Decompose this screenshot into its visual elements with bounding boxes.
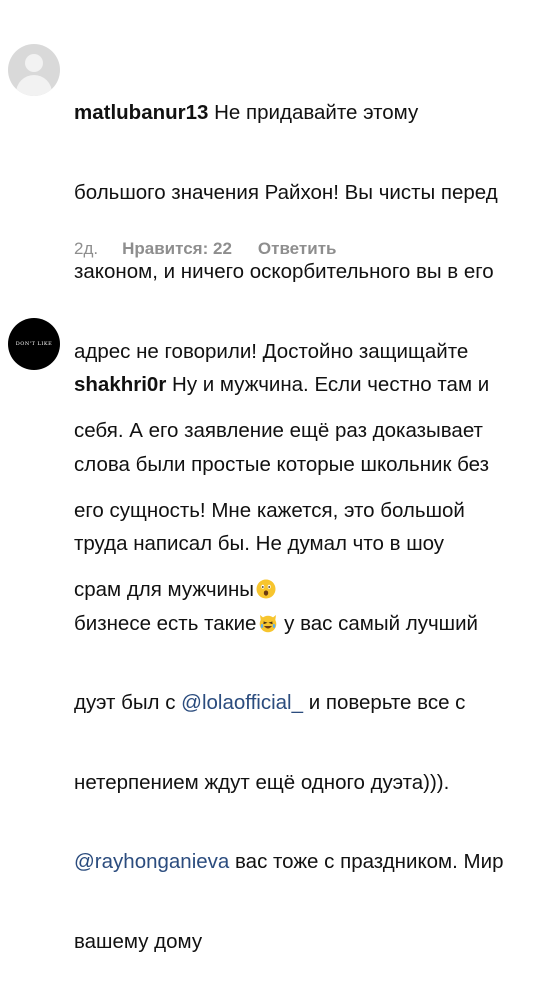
avatar-logo: DON'T LIKE — [15, 341, 53, 347]
comment-body-line: слова были простые которые школьник без — [74, 452, 490, 476]
comment-body-line: бизнесе есть такие — [74, 611, 257, 635]
likes-count[interactable]: Нравится: 22 — [122, 239, 232, 258]
comment-username[interactable]: shakhri0r — [74, 373, 166, 396]
comment-body-line: вашему дому — [74, 929, 203, 953]
comment-body-line: законом, и ничего оскорбительного вы в е… — [74, 260, 494, 283]
comment-meta: 2д. Нравится: 22 Ответить — [74, 239, 336, 259]
comment-body-line: Ну и мужчина. Если честно там и — [172, 373, 490, 396]
comment-body-line: нетерпением ждут ещё одного дуэта))). — [74, 770, 450, 794]
comment-body-line: Не придавайте этому — [214, 101, 419, 124]
comment-text: shakhri0r Ну и мужчина. Если честно там … — [74, 319, 560, 1008]
mention-link[interactable]: @lolaofficial_ — [181, 691, 303, 714]
avatar[interactable] — [8, 44, 60, 96]
comment-body-line: труда написал бы. Не думал что в шоу — [74, 532, 445, 555]
comment-body-line: вас тоже с праздником. Мир — [229, 850, 504, 873]
crying-laughing-cat-icon — [260, 614, 277, 632]
comment-username[interactable]: matlubanur13 — [74, 101, 208, 124]
comment-body-line: у вас самый лучший — [278, 611, 478, 635]
reply-button[interactable]: Ответить — [258, 239, 337, 258]
avatar[interactable]: DON'T LIKE — [8, 318, 60, 370]
comment-timestamp: 2д. — [74, 239, 99, 258]
comment-body-line: большого значения Райхон! Вы чисты перед — [74, 180, 498, 204]
default-avatar-icon — [25, 54, 43, 72]
comment-body-line: дуэт был с — [74, 691, 182, 714]
comment-body-line: и поверьте все с — [303, 691, 466, 714]
mention-link[interactable]: @rayhonganieva — [74, 850, 229, 873]
